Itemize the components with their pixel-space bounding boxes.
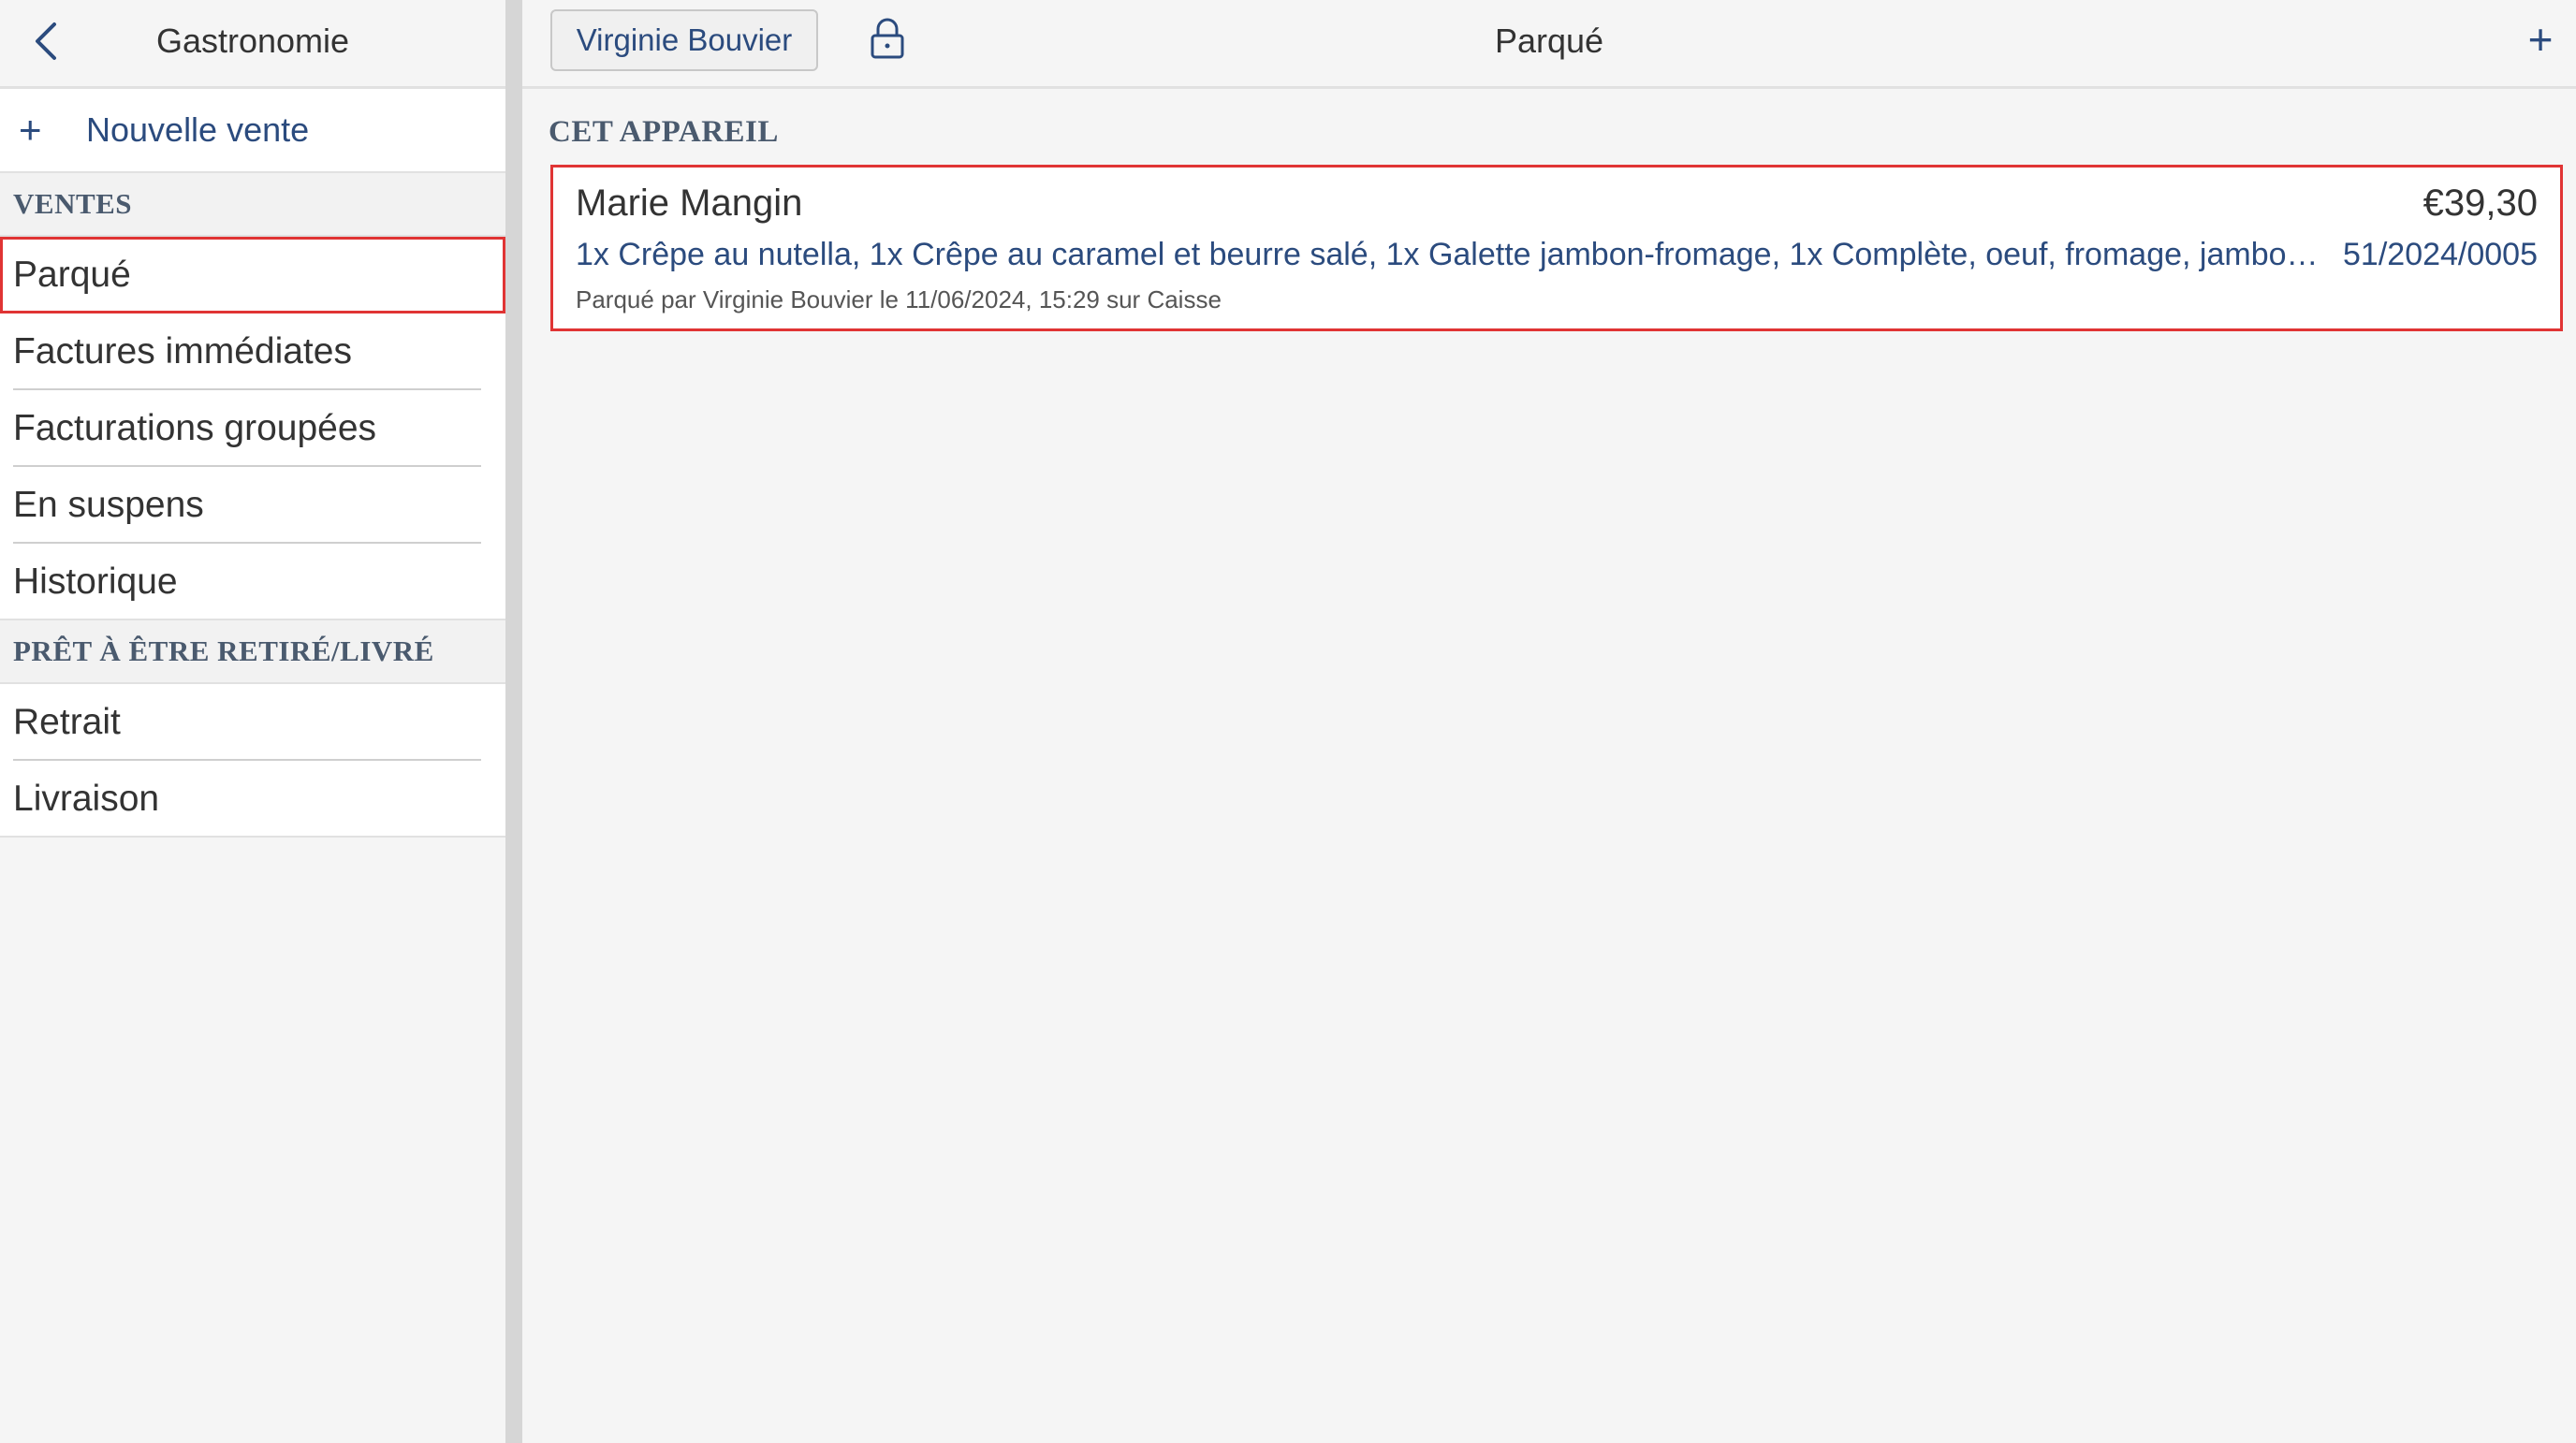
user-button[interactable]: Virginie Bouvier [550, 9, 818, 71]
sidebar: Gastronomie + Nouvelle vente VENTES Parq… [0, 0, 505, 1443]
sidebar-item-parque[interactable]: Parqué [0, 237, 505, 313]
sale-meta: Parqué par Virginie Bouvier le 11/06/202… [576, 285, 1222, 313]
sale-items: 1x Crêpe au nutella, 1x Crêpe au caramel… [576, 237, 2326, 272]
sidebar-item-factures-immediates[interactable]: Factures immédiates [0, 313, 505, 390]
main-header: Virginie Bouvier Parqué + [522, 0, 2576, 89]
sidebar-item-historique[interactable]: Historique [0, 544, 505, 620]
sale-reference: 51/2024/0005 [2343, 237, 2538, 272]
lock-icon[interactable] [869, 17, 910, 64]
sidebar-item-facturations-groupees[interactable]: Facturations groupées [0, 390, 505, 467]
parked-sale-card[interactable]: Marie Mangin €39,30 1x Crêpe au nutella,… [550, 165, 2563, 331]
sidebar-header: Gastronomie [0, 0, 505, 89]
page-title: Parqué [1494, 22, 1604, 60]
split-divider[interactable] [505, 0, 522, 1443]
nav-list-ventes: Parqué Factures immédiates Facturations … [0, 237, 505, 620]
sidebar-item-livraison[interactable]: Livraison [0, 761, 505, 838]
sale-customer-name: Marie Mangin [576, 182, 803, 224]
sale-amount: €39,30 [2422, 182, 2538, 224]
main-panel: Virginie Bouvier Parqué + CET APPAREIL M… [522, 0, 2576, 1443]
sidebar-title: Gastronomie [155, 22, 350, 60]
sidebar-item-retrait[interactable]: Retrait [0, 684, 505, 761]
section-header-pret: PRÊT À ÊTRE RETIRÉ/LIVRÉ [0, 620, 505, 684]
plus-icon[interactable]: + [2518, 17, 2563, 62]
new-sale-button[interactable]: + Nouvelle vente [0, 89, 505, 173]
new-sale-label: Nouvelle vente [86, 110, 310, 149]
plus-icon: + [19, 108, 42, 152]
nav-list-pret: Retrait Livraison [0, 684, 505, 838]
section-header-device: CET APPAREIL [549, 115, 779, 149]
sidebar-item-en-suspens[interactable]: En suspens [0, 467, 505, 544]
section-header-ventes: VENTES [0, 173, 505, 237]
